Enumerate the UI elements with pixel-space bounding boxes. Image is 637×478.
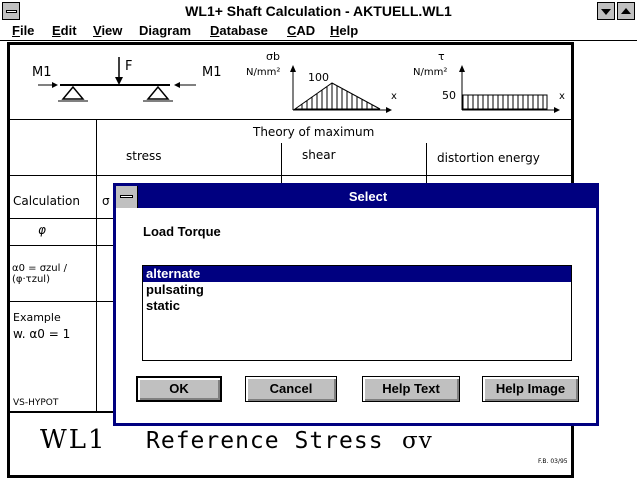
column-shear: shear bbox=[302, 148, 336, 162]
cancel-button[interactable]: Cancel bbox=[245, 376, 337, 402]
reference-stress-title: Reference Stress bbox=[146, 428, 384, 454]
menu-diagram[interactable]: Diagram bbox=[139, 23, 191, 38]
row-phi: φ bbox=[38, 223, 46, 237]
help-text-button[interactable]: Help Text bbox=[362, 376, 460, 402]
row-sigma-partial: σ bbox=[102, 194, 110, 208]
sigma-v-label: σv bbox=[402, 428, 433, 454]
ok-button[interactable]: OK bbox=[136, 376, 222, 402]
tau-label: τ bbox=[438, 50, 445, 63]
value-100-label: 100 bbox=[308, 71, 329, 84]
x-axis-label-1: x bbox=[391, 91, 397, 102]
window-title: WL1+ Shaft Calculation - AKTUELL.WL1 bbox=[185, 3, 452, 19]
row-example: Example bbox=[13, 311, 61, 324]
footer-code: F.B. 03/95 bbox=[538, 458, 568, 465]
row-alpha-formula: α0 = σzul / (φ·τzul) bbox=[12, 263, 67, 285]
theory-heading: Theory of maximum bbox=[253, 125, 375, 139]
table-col-divider bbox=[426, 143, 427, 183]
figure-row-divider bbox=[10, 119, 571, 120]
table-col-divider bbox=[281, 143, 282, 183]
list-item-alternate[interactable]: alternate bbox=[143, 266, 571, 282]
moment-right-label: M1 bbox=[202, 65, 222, 80]
list-item-static[interactable]: static bbox=[143, 298, 571, 314]
menu-edit[interactable]: Edit bbox=[52, 23, 77, 38]
list-item-pulsating[interactable]: pulsating bbox=[143, 282, 571, 298]
dialog-title-bar[interactable]: Select bbox=[116, 186, 596, 208]
menu-bar: File Edit View Diagram Database CAD Help bbox=[0, 22, 637, 41]
moment-left-label: M1 bbox=[32, 65, 52, 80]
beam-diagram bbox=[38, 57, 196, 102]
menu-help[interactable]: Help bbox=[330, 23, 358, 38]
table-col-divider bbox=[96, 120, 97, 411]
unit-label-1: N/mm² bbox=[246, 67, 281, 78]
force-label: F bbox=[125, 59, 133, 74]
help-image-button[interactable]: Help Image bbox=[482, 376, 579, 402]
wl1-logo-text: WL1 bbox=[40, 425, 107, 455]
window-title-bar[interactable]: WL1+ Shaft Calculation - AKTUELL.WL1 bbox=[0, 0, 637, 23]
table-row-divider bbox=[10, 218, 120, 219]
column-stress: stress bbox=[126, 149, 162, 163]
menu-database[interactable]: Database bbox=[210, 23, 268, 38]
menu-cad[interactable]: CAD bbox=[287, 23, 315, 38]
maximize-button[interactable] bbox=[617, 2, 635, 20]
dialog-system-menu-button[interactable] bbox=[116, 186, 138, 208]
minimize-button[interactable] bbox=[597, 2, 615, 20]
maximize-arrow-icon bbox=[621, 8, 631, 14]
table-row-divider bbox=[10, 245, 120, 246]
dialog-prompt: Load Torque bbox=[143, 224, 221, 239]
minimize-arrow-icon bbox=[601, 9, 611, 15]
column-distortion-energy: distortion energy bbox=[437, 151, 540, 165]
select-dialog: Select Load Torque alternate pulsating s… bbox=[113, 183, 599, 426]
menu-view[interactable]: View bbox=[93, 23, 122, 38]
value-50-label: 50 bbox=[442, 89, 456, 102]
table-row-divider bbox=[10, 175, 571, 176]
vs-hypot-label: VS-HYPOT bbox=[13, 398, 59, 408]
load-torque-listbox[interactable]: alternate pulsating static bbox=[142, 265, 572, 361]
table-row-divider bbox=[10, 301, 120, 302]
figure-svg bbox=[38, 57, 560, 113]
row-example-value: w. α0 = 1 bbox=[13, 327, 71, 341]
unit-label-2: N/mm² bbox=[413, 67, 448, 78]
dialog-title: Select bbox=[348, 189, 388, 204]
bending-stress-diagram bbox=[290, 65, 392, 113]
row-calculation: Calculation bbox=[13, 194, 80, 208]
shear-stress-diagram bbox=[459, 65, 560, 113]
sigma-b-label: σb bbox=[266, 50, 280, 63]
x-axis-label-2: x bbox=[559, 91, 565, 102]
menu-file[interactable]: File bbox=[12, 23, 34, 38]
